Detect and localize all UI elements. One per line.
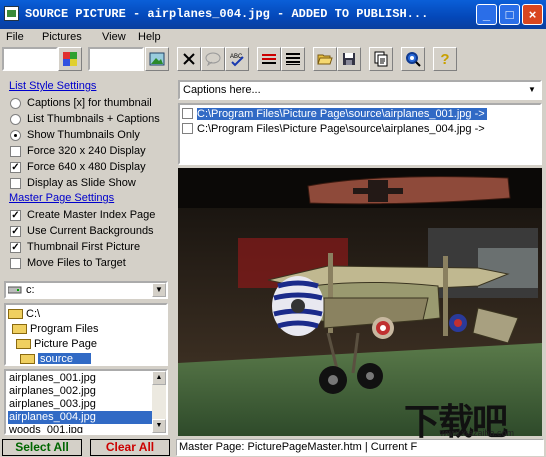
check-use-current-backgrounds[interactable]: ✓ Use Current Backgrounds: [10, 223, 154, 239]
list-red-icon: [262, 54, 276, 64]
picture-combo[interactable]: [88, 47, 144, 71]
radio-circle[interactable]: [10, 113, 21, 125]
minimize-button[interactable]: _: [476, 4, 497, 25]
master-page-settings-link[interactable]: Master Page Settings: [9, 192, 114, 204]
select-all-button[interactable]: Select All: [2, 439, 82, 456]
picture-button[interactable]: [145, 47, 169, 71]
check-thumbnail-first-picture[interactable]: ✓ Thumbnail First Picture: [10, 239, 140, 255]
title-bar[interactable]: SOURCE PICTURE - airplanes_004.jpg - ADD…: [0, 0, 546, 29]
spellcheck-button[interactable]: ABC: [225, 47, 249, 71]
list-red-button[interactable]: [257, 47, 281, 71]
file-list-scrollbar[interactable]: ▲ ▼: [152, 371, 166, 433]
app-icon: [4, 6, 19, 21]
publish-item[interactable]: C:\Program Files\Picture Page\source\air…: [182, 106, 487, 121]
folder-picture-page[interactable]: Picture Page: [16, 336, 97, 351]
close-button[interactable]: ×: [522, 4, 543, 25]
delete-icon: [183, 53, 195, 65]
folder-source[interactable]: source: [20, 351, 92, 364]
menu-view[interactable]: View: [102, 31, 126, 43]
menu-bar: File Pictures View Help: [0, 29, 546, 45]
watermark-url: www.xiazaiba.com: [440, 428, 515, 438]
file-item[interactable]: airplanes_001.jpg: [8, 372, 96, 385]
palette-button[interactable]: [58, 47, 82, 71]
open-folder-icon: [317, 54, 333, 65]
checkbox[interactable]: [10, 257, 21, 269]
checkbox[interactable]: [10, 177, 21, 189]
color-combo[interactable]: [2, 47, 58, 71]
drive-icon: [8, 286, 22, 294]
menu-file[interactable]: File: [6, 31, 24, 43]
check-create-master-index[interactable]: ✓ Create Master Index Page: [10, 207, 155, 223]
file-item[interactable]: airplanes_003.jpg: [8, 398, 96, 411]
checkbox[interactable]: [182, 123, 193, 134]
check-force-640[interactable]: ✓ Force 640 x 480 Display: [10, 159, 146, 175]
checkbox[interactable]: ✓: [10, 225, 21, 237]
chevron-down-icon[interactable]: ▼: [152, 283, 166, 297]
open-folder-icon: [20, 353, 35, 364]
preview-icon: [406, 52, 421, 67]
comment-button[interactable]: [201, 47, 225, 71]
help-button[interactable]: ?: [433, 47, 457, 71]
radio-list-thumbnails-captions[interactable]: List Thumbnails + Captions: [10, 111, 160, 127]
list-black-icon: [286, 53, 300, 65]
list-black-button[interactable]: [281, 47, 305, 71]
file-item[interactable]: airplanes_002.jpg: [8, 385, 96, 398]
file-item-selected[interactable]: airplanes_004.jpg: [8, 411, 152, 424]
maximize-button[interactable]: □: [499, 4, 520, 25]
copy-page-icon: [374, 51, 388, 67]
menu-help[interactable]: Help: [138, 31, 161, 43]
publish-list[interactable]: C:\Program Files\Picture Page\source\air…: [178, 103, 542, 165]
radio-captions-thumbnail[interactable]: Captions [x] for thumbnail: [10, 95, 152, 111]
chevron-down-icon[interactable]: ▼: [525, 83, 539, 97]
checkbox[interactable]: ✓: [10, 209, 21, 221]
spellcheck-icon: ABC: [230, 54, 244, 67]
comment-icon: [205, 52, 221, 66]
save-button[interactable]: [337, 47, 361, 71]
copy-page-button[interactable]: [369, 47, 393, 71]
publish-item[interactable]: C:\Program Files\Picture Page\source\air…: [182, 121, 485, 136]
file-list[interactable]: airplanes_001.jpg airplanes_002.jpg airp…: [4, 369, 168, 435]
caption-select[interactable]: Captions here... ▼: [178, 80, 542, 100]
radio-circle[interactable]: [10, 97, 21, 109]
help-icon: ?: [440, 50, 450, 68]
folder-root[interactable]: C:\: [8, 306, 40, 321]
radio-show-thumbnails-only[interactable]: Show Thumbnails Only: [10, 127, 140, 143]
save-icon: [343, 53, 355, 65]
caption-text: Captions here...: [183, 84, 261, 96]
check-slide-show[interactable]: Display as Slide Show: [10, 175, 136, 191]
delete-button[interactable]: [177, 47, 201, 71]
clear-all-button[interactable]: Clear All: [90, 439, 170, 456]
checkbox[interactable]: [182, 108, 193, 119]
drive-value: c:: [26, 284, 35, 296]
preview-button[interactable]: [401, 47, 425, 71]
drive-select[interactable]: c: ▼: [4, 281, 168, 299]
checkbox[interactable]: ✓: [10, 241, 21, 253]
picture-icon: [149, 52, 165, 66]
open-folder-button[interactable]: [313, 47, 337, 71]
folder-icon: [12, 323, 27, 334]
scroll-up-icon[interactable]: ▲: [152, 371, 166, 385]
menu-pictures[interactable]: Pictures: [42, 31, 82, 43]
checkbox[interactable]: [10, 145, 21, 157]
palette-icon: [63, 52, 77, 66]
check-move-files-to-target[interactable]: Move Files to Target: [10, 255, 126, 271]
file-item[interactable]: woods_001.jpg: [8, 424, 83, 433]
checkbox[interactable]: ✓: [10, 161, 21, 173]
folder-icon: [8, 308, 23, 319]
folder-tree[interactable]: C:\ Program Files Picture Page source: [4, 303, 168, 366]
check-force-320[interactable]: Force 320 x 240 Display: [10, 143, 146, 159]
folder-program-files[interactable]: Program Files: [12, 321, 98, 336]
window-title: SOURCE PICTURE - airplanes_004.jpg - ADD…: [25, 7, 429, 21]
radio-circle[interactable]: [10, 129, 21, 141]
folder-icon: [16, 338, 31, 349]
scroll-down-icon[interactable]: ▼: [152, 419, 166, 433]
list-style-settings-link[interactable]: List Style Settings: [9, 80, 96, 92]
